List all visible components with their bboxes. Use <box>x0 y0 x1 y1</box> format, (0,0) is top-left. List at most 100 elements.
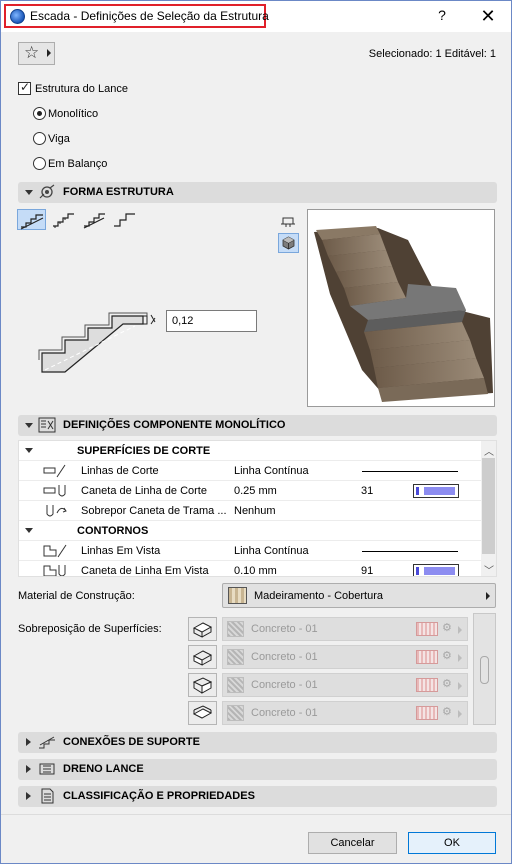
radio-viga-label: Viga <box>48 133 70 145</box>
override-value: Concreto - 01 <box>251 707 318 719</box>
pen-icon <box>43 565 66 576</box>
stair-profile-icon <box>114 213 135 227</box>
group-header-contornos[interactable]: CONTORNOS <box>19 521 481 541</box>
stair-type-1-button[interactable] <box>17 209 46 230</box>
structure-checkbox-label: Estrutura do Lance <box>35 83 128 95</box>
group-title: SUPERFÍCIES DE CORTE <box>77 445 211 457</box>
dialog-window: Escada - Definições de Seleção da Estrut… <box>0 0 512 864</box>
override-side-surface-button[interactable] <box>188 645 217 669</box>
flight-drain-icon <box>39 763 55 775</box>
stair-type-4-button[interactable] <box>110 209 139 230</box>
section-dreno-lance[interactable]: DRENO LANCE <box>18 759 497 780</box>
grid-row-caneta-vista[interactable]: Caneta de Linha Em Vista 0.10 mm 91 <box>19 561 481 577</box>
classification-icon <box>41 788 54 804</box>
chevron-down-icon <box>25 528 33 533</box>
chevron-right-icon <box>26 738 31 746</box>
row-name: Caneta de Linha Em Vista <box>81 565 209 577</box>
group-header-superficies[interactable]: SUPERFÍCIES DE CORTE <box>19 441 481 461</box>
stair-profile-icon <box>20 214 44 230</box>
section-classificacao[interactable]: CLASSIFICAÇÃO E PROPRIEDADES <box>18 786 497 807</box>
scroll-down-icon[interactable]: ﹀ <box>484 562 494 576</box>
override-front-surface-button[interactable] <box>188 673 217 697</box>
thickness-input[interactable]: 0,12 <box>166 310 257 332</box>
grid-row-linhas-vista[interactable]: Linhas Em Vista Linha Contínua <box>19 541 481 561</box>
chevron-right-icon <box>26 792 31 800</box>
pen-color-swatch[interactable] <box>413 564 459 576</box>
ok-button[interactable]: OK <box>408 832 496 854</box>
override-value: Concreto - 01 <box>251 623 318 635</box>
override-dropdown-2[interactable]: Concreto - 01 ⚙ <box>222 645 468 669</box>
hatch-pattern-icon <box>416 706 438 720</box>
radio-viga[interactable] <box>33 132 46 145</box>
component-settings-icon <box>38 417 56 433</box>
pen-number: 31 <box>361 485 374 497</box>
row-value: 0.25 mm <box>234 485 277 497</box>
section-componente-monolitico[interactable]: DEFINIÇÕES COMPONENTE MONOLÍTICO <box>18 415 497 436</box>
radio-monolitico[interactable] <box>33 107 46 120</box>
section-title: DEFINIÇÕES COMPONENTE MONOLÍTICO <box>63 419 286 431</box>
chevron-down-icon <box>25 190 33 195</box>
material-dropdown[interactable]: Madeiramento - Cobertura <box>222 583 496 608</box>
line-type-preview <box>362 551 458 552</box>
row-value: Linha Contínua <box>234 465 309 477</box>
grid-row-sobrepor-caneta[interactable]: Sobrepor Caneta de Trama ... Nenhum <box>19 501 481 521</box>
row-value: Nenhum <box>234 505 276 517</box>
override-dropdown-4[interactable]: Concreto - 01 ⚙ <box>222 701 468 725</box>
override-top-surface-button[interactable] <box>188 617 217 641</box>
wood-material-icon <box>228 587 247 604</box>
structure-form-icon <box>39 184 55 199</box>
stair-profile-icon <box>83 213 105 229</box>
override-dropdown-3[interactable]: Concreto - 01 ⚙ <box>222 673 468 697</box>
row-value: 0.10 mm <box>234 565 277 577</box>
stair-type-3-button[interactable] <box>80 209 109 230</box>
gear-icon: ⚙ <box>442 706 452 718</box>
grid-row-linhas-corte[interactable]: Linhas de Corte Linha Contínua <box>19 461 481 481</box>
scroll-up-icon[interactable]: ︿ <box>484 443 494 458</box>
chevron-right-icon <box>458 682 462 690</box>
section-forma-estrutura[interactable]: FORMA ESTRUTURA <box>18 182 497 203</box>
cut-line-icon <box>43 464 66 478</box>
override-bottom-surface-button[interactable] <box>188 701 217 725</box>
chevron-right-icon <box>458 654 462 662</box>
section-title: DRENO LANCE <box>63 763 144 775</box>
row-name: Sobrepor Caneta de Trama ... <box>81 505 227 517</box>
help-button[interactable]: ? <box>433 7 451 25</box>
pen-color-swatch[interactable] <box>413 484 459 498</box>
grid-row-caneta-corte[interactable]: Caneta de Linha de Corte 0.25 mm 31 <box>19 481 481 501</box>
link-surfaces-button[interactable] <box>473 613 496 725</box>
archicad-logo-icon <box>10 9 25 24</box>
override-dropdown-1[interactable]: Concreto - 01 ⚙ <box>222 617 468 641</box>
window-title: Escada - Definições de Seleção da Estrut… <box>30 9 269 23</box>
grid-scrollbar[interactable]: ︿ ﹀ <box>481 441 496 576</box>
row-name: Linhas Em Vista <box>81 545 161 557</box>
radio-em-balanco[interactable] <box>33 157 46 170</box>
chevron-right-icon <box>458 626 462 634</box>
row-name: Caneta de Linha de Corte <box>81 485 207 497</box>
side-surface-icon <box>192 650 213 666</box>
section-title: CONEXÕES DE SUPORTE <box>63 736 200 748</box>
radio-monolitico-label: Monolítico <box>48 108 99 120</box>
footer-divider <box>1 814 511 815</box>
view-line-icon <box>43 544 67 558</box>
section-title: FORMA ESTRUTURA <box>63 186 174 198</box>
selection-info: Selecionado: 1 Editável: 1 <box>368 48 496 60</box>
scroll-thumb[interactable] <box>482 458 495 554</box>
favorites-button[interactable]: ☆ <box>18 42 55 65</box>
pen-number: 91 <box>361 565 374 577</box>
structure-checkbox[interactable] <box>18 80 31 95</box>
pen-icon <box>43 485 66 497</box>
section-conexoes-suporte[interactable]: CONEXÕES DE SUPORTE <box>18 732 497 753</box>
plan-view-button[interactable] <box>278 212 299 232</box>
cancel-button[interactable]: Cancelar <box>308 832 397 854</box>
stair-type-2-button[interactable] <box>49 209 78 230</box>
support-connection-icon <box>39 736 55 749</box>
radio-em-balanco-label: Em Balanço <box>48 158 108 170</box>
material-value: Madeiramento - Cobertura <box>254 590 384 602</box>
chain-link-icon <box>480 656 489 684</box>
3d-view-button[interactable] <box>278 233 299 253</box>
close-button[interactable]: ✕ <box>477 5 499 27</box>
chevron-right-icon <box>458 710 462 718</box>
floor-plan-icon <box>281 217 295 227</box>
material-label: Material de Construção: <box>18 590 135 602</box>
chevron-right-icon <box>26 765 31 773</box>
